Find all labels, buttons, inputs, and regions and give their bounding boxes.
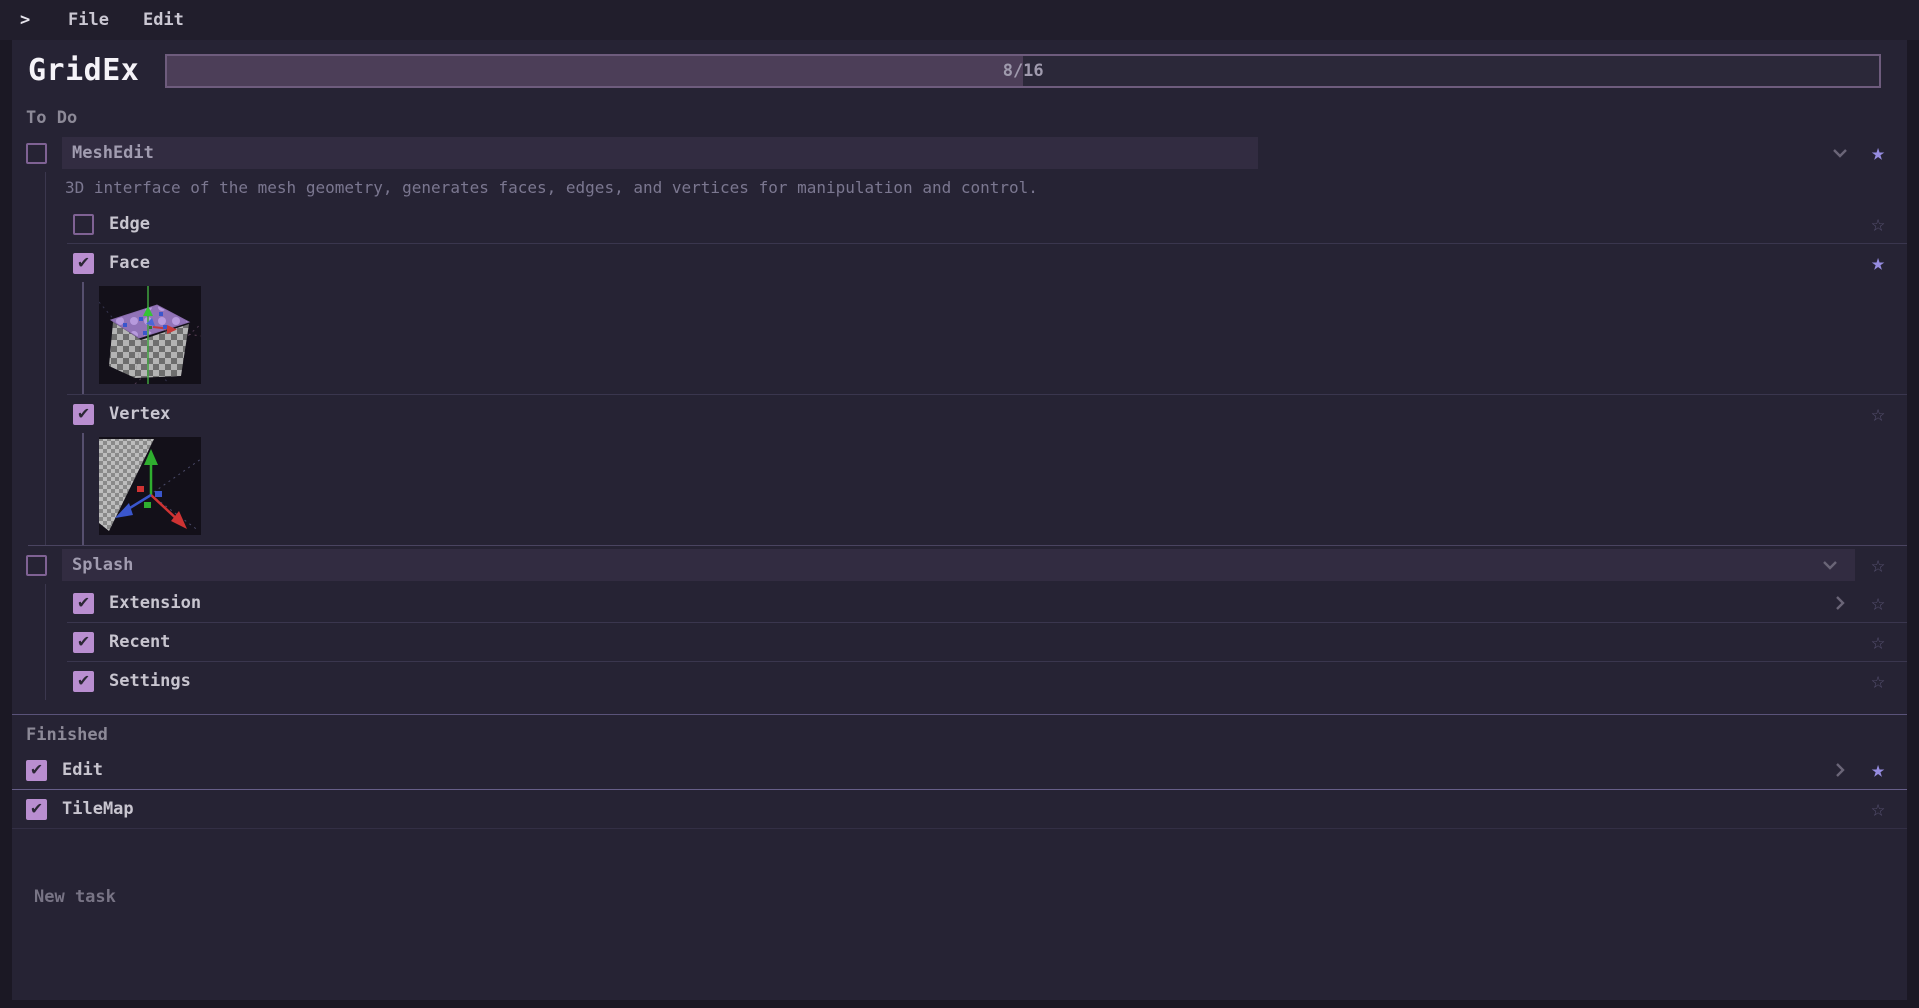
splash-checkbox[interactable] — [26, 554, 47, 576]
face-star-icon[interactable]: ★ — [1863, 248, 1893, 278]
tilemap-checkbox[interactable]: ✔ — [26, 797, 47, 820]
progress-label: 8/16 — [1002, 60, 1044, 81]
vertex-star-icon[interactable]: ☆ — [1863, 399, 1893, 429]
edit-star-icon[interactable]: ★ — [1863, 755, 1893, 785]
subtask-row: ✔ Recent ☆ — [46, 623, 1907, 661]
edge-label: Edge — [109, 214, 150, 234]
task-row: MeshEdit ★ — [12, 134, 1907, 172]
subtask-row: ✔ Settings ☆ — [46, 662, 1907, 700]
face-label: Face — [109, 253, 150, 273]
edit-checkbox[interactable]: ✔ — [26, 758, 47, 781]
task-edit: ✔ Edit ★ — [12, 751, 1907, 789]
check-icon: ✔ — [78, 591, 89, 613]
task-splash: Splash ☆ ✔ Extension ☆ ✔ Recent ☆ ✔ Sett… — [12, 546, 1907, 700]
splash-title-input[interactable]: Splash — [62, 549, 1855, 581]
face-checkbox[interactable]: ✔ — [73, 251, 94, 274]
settings-label: Settings — [109, 671, 191, 691]
edge-star-icon[interactable]: ☆ — [1863, 209, 1893, 239]
app-window: GridEx 8/16 To Do MeshEdit ★ 3D interfac… — [12, 40, 1907, 1000]
task-tilemap: ✔ TileMap ☆ — [12, 790, 1907, 828]
chevron-right-icon[interactable] — [1825, 755, 1855, 785]
splash-star-icon[interactable]: ☆ — [1863, 550, 1893, 580]
tilemap-star-icon[interactable]: ☆ — [1863, 794, 1893, 824]
subtask-recent: ✔ Recent ☆ — [46, 623, 1907, 661]
recent-label: Recent — [109, 632, 171, 652]
task-row: ✔ TileMap ☆ — [12, 790, 1907, 828]
extension-checkbox[interactable]: ✔ — [73, 591, 94, 614]
subtask-row: ✔ Extension ☆ — [46, 584, 1907, 622]
task-row: Splash ☆ — [12, 546, 1907, 584]
edge-checkbox[interactable] — [73, 213, 94, 235]
vertex-checkbox[interactable]: ✔ — [73, 402, 94, 425]
vertex-thumbnail[interactable] — [99, 437, 201, 535]
splash-title: Splash — [72, 555, 134, 575]
chevron-down-icon[interactable] — [1815, 550, 1845, 580]
menu-edit[interactable]: Edit — [131, 6, 196, 34]
subtask-row: Edge ☆ — [46, 205, 1907, 243]
settings-checkbox[interactable]: ✔ — [73, 669, 94, 692]
task-separator — [12, 828, 1907, 829]
progress-bar: 8/16 — [165, 53, 1881, 88]
splash-children: ✔ Extension ☆ ✔ Recent ☆ ✔ Settings ☆ — [45, 584, 1907, 700]
tilemap-label: TileMap — [62, 799, 134, 819]
face-attachments — [82, 282, 1907, 394]
vertex-label: Vertex — [109, 404, 171, 424]
subtask-row: ✔ Face ★ — [46, 244, 1907, 282]
section-separator — [12, 714, 1907, 715]
task-row: ✔ Edit ★ — [12, 751, 1907, 789]
check-icon: ✔ — [78, 402, 89, 424]
new-task-input[interactable]: New task — [34, 887, 1907, 907]
subtask-extension: ✔ Extension ☆ — [46, 584, 1907, 622]
section-finished-label: Finished — [26, 725, 108, 745]
check-icon: ✔ — [31, 758, 42, 780]
meshedit-children: 3D interface of the mesh geometry, gener… — [45, 172, 1907, 545]
app-title: GridEx — [28, 53, 140, 88]
meshedit-checkbox[interactable] — [26, 142, 47, 164]
chevron-right-icon[interactable] — [1825, 588, 1855, 618]
app-header: GridEx 8/16 — [12, 40, 1907, 98]
extension-star-icon[interactable]: ☆ — [1863, 588, 1893, 618]
check-icon: ✔ — [78, 669, 89, 691]
meshedit-description: 3D interface of the mesh geometry, gener… — [65, 178, 1038, 197]
check-icon: ✔ — [78, 251, 89, 273]
menu-file[interactable]: File — [56, 6, 121, 34]
meshedit-star-icon[interactable]: ★ — [1863, 138, 1893, 168]
subtask-row: ✔ Vertex ☆ — [46, 395, 1907, 433]
vertex-attachments — [82, 433, 1907, 545]
chevron-down-icon[interactable] — [1825, 138, 1855, 168]
extension-label: Extension — [109, 593, 202, 613]
meshedit-title: MeshEdit — [72, 143, 154, 163]
check-icon: ✔ — [78, 630, 89, 652]
face-thumbnail[interactable] — [99, 286, 201, 384]
check-icon: ✔ — [31, 797, 42, 819]
edit-label: Edit — [62, 760, 103, 780]
recent-checkbox[interactable]: ✔ — [73, 630, 94, 653]
section-todo-label: To Do — [26, 108, 78, 128]
recent-star-icon[interactable]: ☆ — [1863, 627, 1893, 657]
subtask-edge: Edge ☆ — [46, 205, 1907, 243]
task-meshedit: MeshEdit ★ 3D interface of the mesh geom… — [12, 134, 1907, 545]
menu-bar: > File Edit — [0, 0, 1919, 40]
menu-expand-icon[interactable]: > — [20, 10, 46, 30]
meshedit-title-input[interactable]: MeshEdit — [62, 137, 1258, 169]
subtask-settings: ✔ Settings ☆ — [46, 662, 1907, 700]
subtask-vertex: ✔ Vertex ☆ — [46, 395, 1907, 545]
settings-star-icon[interactable]: ☆ — [1863, 666, 1893, 696]
subtask-face: ✔ Face ★ — [46, 244, 1907, 394]
